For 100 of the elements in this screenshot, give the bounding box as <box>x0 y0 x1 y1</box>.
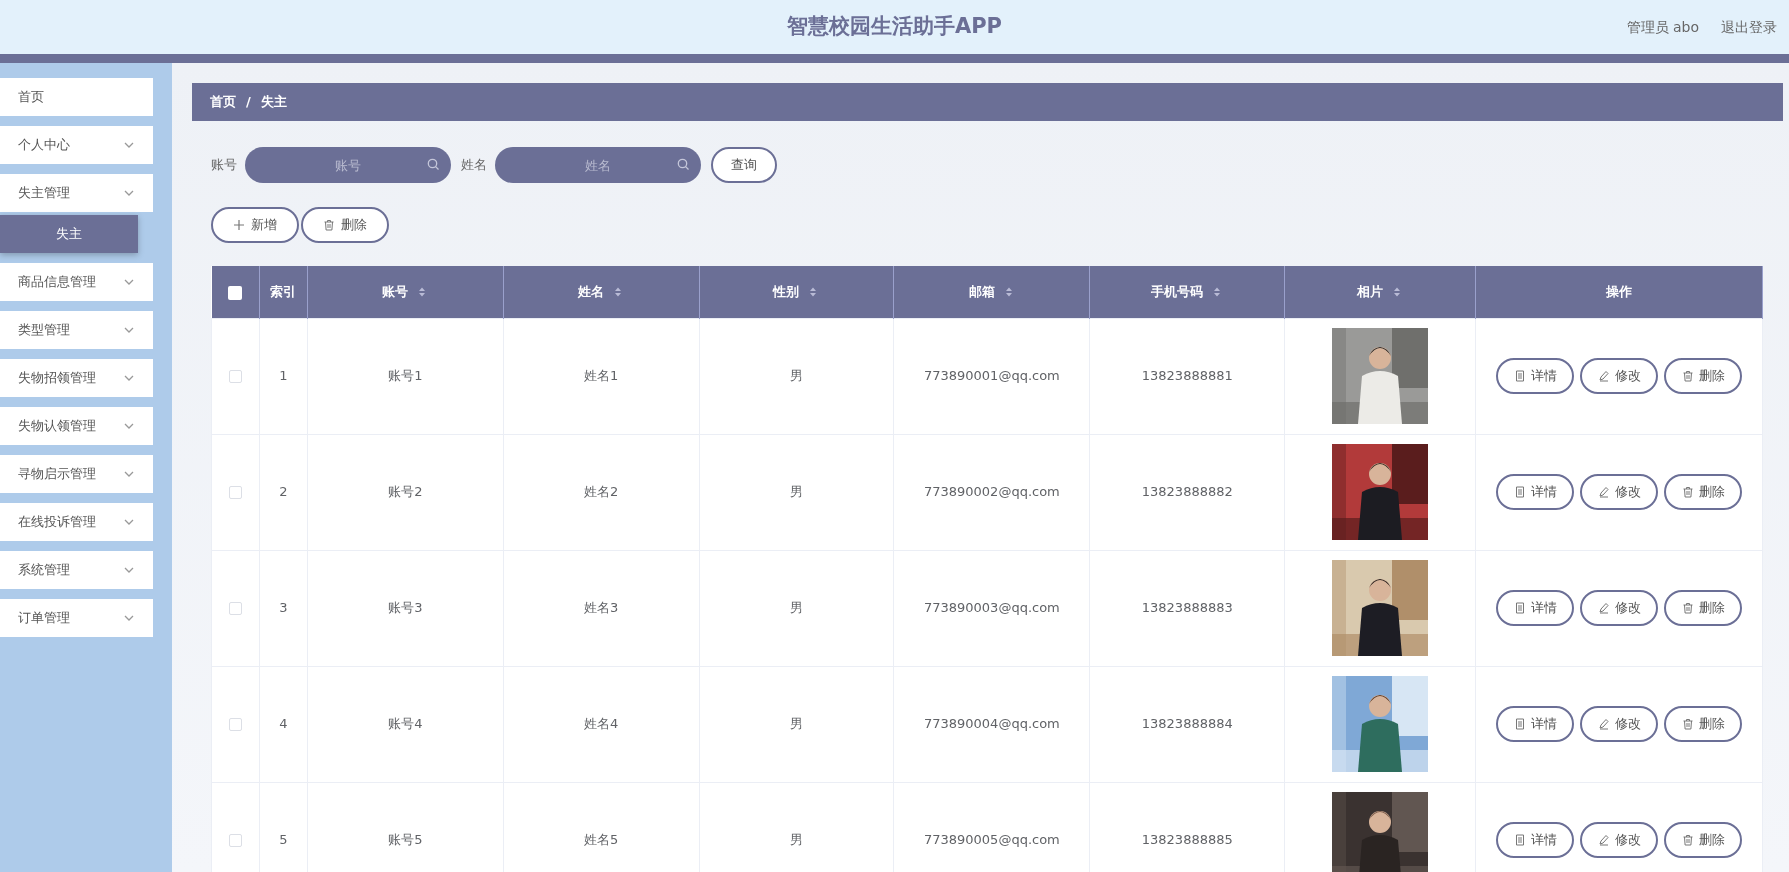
document-icon <box>1513 834 1526 846</box>
row-checkbox[interactable] <box>228 602 242 616</box>
search-icon <box>427 158 439 170</box>
sidebar-item[interactable]: 在线投诉管理 <box>0 503 153 541</box>
delete-button[interactable]: 删除 <box>1664 590 1743 626</box>
add-button[interactable]: 新增 <box>211 207 299 243</box>
table-cell: 4 <box>279 716 288 732</box>
sidebar-item[interactable]: 商品信息管理 <box>0 263 153 301</box>
table-cell: 13823888883 <box>1141 600 1233 616</box>
breadcrumb-current: 失主 <box>260 93 287 112</box>
table-cell: 姓名3 <box>584 600 619 616</box>
table-cell: 男 <box>789 600 803 616</box>
select-all-checkbox[interactable] <box>228 285 243 300</box>
table-cell: 13823888884 <box>1141 716 1233 732</box>
search-field[interactable]: 账号 <box>245 147 451 183</box>
delete-button[interactable]: 删除 <box>1664 822 1743 858</box>
edit-button[interactable]: 修改 <box>1580 706 1659 742</box>
table-cell: 773890002@qq.com <box>923 484 1060 500</box>
table-cell: 账号2 <box>388 484 423 500</box>
edit-button[interactable]: 修改 <box>1580 590 1659 626</box>
table-cell: 3 <box>279 600 288 616</box>
logout-link[interactable]: 退出登录 <box>1721 16 1777 38</box>
pencil-icon <box>1597 602 1610 614</box>
column-header[interactable]: 相片 <box>1357 282 1384 302</box>
row-checkbox[interactable] <box>228 486 242 500</box>
column-header[interactable]: 性别 <box>773 282 800 302</box>
row-checkbox[interactable] <box>228 370 242 384</box>
document-icon <box>1513 718 1526 730</box>
edit-button[interactable]: 修改 <box>1580 822 1659 858</box>
breadcrumb-link[interactable]: 首页 <box>210 92 236 112</box>
search-label: 姓名 <box>461 156 487 175</box>
pencil-icon <box>1597 370 1610 382</box>
table-cell: 姓名1 <box>584 368 619 384</box>
row-checkbox[interactable] <box>228 834 242 848</box>
sidebar-subitem[interactable]: 失主 <box>0 215 138 253</box>
table-cell: 男 <box>789 368 803 384</box>
table-cell: 773890005@qq.com <box>923 832 1060 848</box>
app-title: 智慧校园生活助手APP <box>786 13 1002 41</box>
detail-button[interactable]: 详情 <box>1496 706 1575 742</box>
table-cell: 773890003@qq.com <box>923 600 1060 616</box>
sidebar-item[interactable]: 首页 <box>0 78 153 116</box>
table-cell: 账号3 <box>388 600 423 616</box>
sidebar-item[interactable]: 失物认领管理 <box>0 407 153 445</box>
plus-icon <box>233 219 245 231</box>
row-checkbox[interactable] <box>228 718 242 732</box>
column-header[interactable]: 邮箱 <box>968 282 995 302</box>
trash-icon <box>1681 718 1694 730</box>
search-icon <box>677 158 689 170</box>
detail-button[interactable]: 详情 <box>1496 590 1575 626</box>
admin-label: 管理员 abo <box>1626 17 1699 37</box>
table-cell: 男 <box>789 484 803 500</box>
detail-button[interactable]: 详情 <box>1496 474 1575 510</box>
edit-button[interactable]: 修改 <box>1580 474 1659 510</box>
column-header: 操作 <box>1606 283 1633 301</box>
sidebar-item[interactable]: 寻物启示管理 <box>0 455 153 493</box>
sidebar-item[interactable]: 类型管理 <box>0 311 153 349</box>
table-cell: 773890001@qq.com <box>923 368 1060 384</box>
table-cell: 账号1 <box>388 368 423 384</box>
pencil-icon <box>1597 486 1610 498</box>
sidebar-item[interactable]: 订单管理 <box>0 599 153 637</box>
pencil-icon <box>1597 834 1610 846</box>
trash-icon <box>1681 370 1694 382</box>
column-header[interactable]: 姓名 <box>578 282 605 302</box>
sidebar-item[interactable]: 失主管理 <box>0 174 153 212</box>
table-cell: 773890004@qq.com <box>923 716 1060 732</box>
table-cell: 姓名4 <box>584 716 619 732</box>
column-header[interactable]: 账号 <box>382 282 409 302</box>
table-cell: 13823888885 <box>1141 832 1233 848</box>
pencil-icon <box>1597 718 1610 730</box>
query-button[interactable]: 查询 <box>711 147 777 183</box>
edit-button[interactable]: 修改 <box>1580 358 1659 394</box>
sidebar-item[interactable]: 失物招领管理 <box>0 359 153 397</box>
detail-button[interactable]: 详情 <box>1496 358 1575 394</box>
table-cell: 男 <box>789 832 803 848</box>
delete-button[interactable]: 删除 <box>1664 706 1743 742</box>
table-cell: 13823888882 <box>1141 484 1233 500</box>
trash-icon <box>1681 834 1694 846</box>
delete-button[interactable]: 删除 <box>1664 474 1743 510</box>
trash-icon <box>323 219 335 231</box>
table-cell: 姓名2 <box>584 484 619 500</box>
table-cell: 姓名5 <box>584 832 619 848</box>
document-icon <box>1513 370 1526 382</box>
sidebar-item[interactable]: 系统管理 <box>0 551 153 589</box>
delete-button[interactable]: 删除 <box>301 207 389 243</box>
delete-button[interactable]: 删除 <box>1664 358 1743 394</box>
table-cell: 男 <box>789 716 803 732</box>
column-header: 索引 <box>270 283 297 301</box>
trash-icon <box>1681 602 1694 614</box>
breadcrumb-separator: / <box>246 93 251 112</box>
table-cell: 账号5 <box>388 832 423 848</box>
detail-button[interactable]: 详情 <box>1496 822 1575 858</box>
table-cell: 5 <box>279 832 288 848</box>
search-label: 账号 <box>211 156 237 175</box>
table-cell: 账号4 <box>388 716 423 732</box>
search-field[interactable]: 姓名 <box>495 147 701 183</box>
sidebar-item[interactable]: 个人中心 <box>0 126 153 164</box>
table-cell: 1 <box>279 368 288 384</box>
trash-icon <box>1681 486 1694 498</box>
column-header[interactable]: 手机号码 <box>1151 282 1204 302</box>
table-cell: 2 <box>279 484 288 500</box>
